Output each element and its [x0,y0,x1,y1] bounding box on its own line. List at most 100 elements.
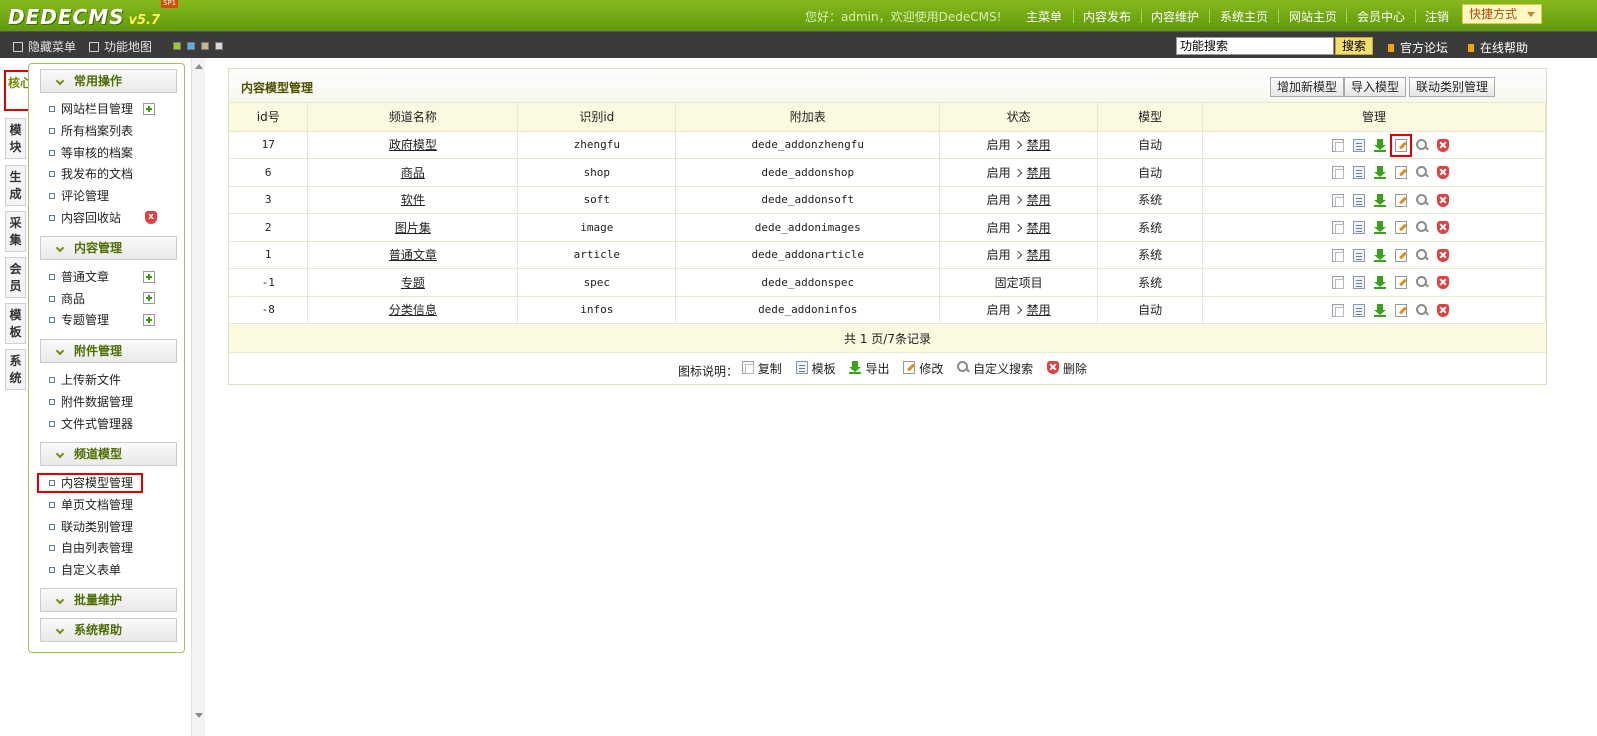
disable-link[interactable]: 禁用 [1027,138,1051,152]
delete-icon[interactable] [1436,221,1449,234]
edit-icon[interactable] [1394,276,1407,289]
nav-main-menu[interactable]: 主菜单 [1026,8,1062,25]
template-icon[interactable] [1352,221,1365,234]
hide-menu-button[interactable]: 隐藏菜单 [13,38,76,55]
edit-icon[interactable] [1389,133,1412,157]
delete-icon[interactable] [1436,193,1449,207]
scroll-down-icon[interactable] [195,713,203,718]
channel-name-link[interactable]: 分类信息 [389,303,437,317]
export-icon[interactable] [1373,303,1386,317]
skin-green-swatch[interactable] [173,42,181,50]
menu-item-articles[interactable]: 普通文章 [49,268,109,286]
menu-item-single-page[interactable]: 单页文档管理 [49,496,133,514]
menu-item-linkage-category[interactable]: 联动类别管理 [49,518,133,536]
channel-name-link[interactable]: 商品 [401,166,425,180]
menu-item-file-manager[interactable]: 文件式管理器 [49,415,133,433]
menu-item-custom-form[interactable]: 自定义表单 [49,561,121,579]
template-icon[interactable] [1352,193,1365,207]
template-icon[interactable] [1352,248,1365,262]
group-content-manage[interactable]: 内容管理 [40,236,177,260]
search-icon[interactable] [1415,166,1428,179]
disable-link[interactable]: 禁用 [1027,303,1051,317]
add-icon[interactable] [143,103,155,115]
skin-blue-swatch[interactable] [187,42,195,50]
nav-content-publish[interactable]: 内容发布 [1083,8,1131,25]
sidebar-scrollbar[interactable] [191,58,205,736]
template-icon[interactable] [1352,138,1365,152]
tab-members[interactable]: 会员 [5,257,26,298]
menu-item-free-list[interactable]: 自由列表管理 [49,539,133,557]
menu-item-attachment-data[interactable]: 附件数据管理 [49,393,133,411]
add-icon[interactable] [143,292,155,304]
edit-icon[interactable] [1394,303,1407,317]
search-icon[interactable] [1415,193,1428,207]
channel-name-link[interactable]: 政府模型 [389,138,437,152]
nav-content-maintain[interactable]: 内容维护 [1151,8,1199,25]
disable-link[interactable]: 禁用 [1027,221,1051,235]
menu-item-comments[interactable]: 评论管理 [49,187,109,205]
edit-icon[interactable] [1394,166,1407,179]
official-forum-link[interactable]: 官方论坛 [1388,39,1448,56]
channel-name-link[interactable]: 软件 [401,193,425,207]
menu-item-products[interactable]: 商品 [49,290,85,308]
group-common-ops[interactable]: 常用操作 [40,69,177,93]
export-icon[interactable] [1373,193,1386,207]
linkage-category-button[interactable]: 联动类别管理 [1409,77,1496,97]
search-button[interactable]: 搜索 [1335,37,1373,55]
nav-system-home[interactable]: 系统主页 [1220,8,1268,25]
skin-brown-swatch[interactable] [201,42,209,50]
menu-item-recycle-bin[interactable]: 内容回收站 [49,209,121,227]
copy-icon[interactable] [1331,221,1344,234]
search-icon[interactable] [1415,276,1428,289]
search-icon[interactable] [1415,138,1428,152]
menu-item-topics[interactable]: 专题管理 [49,311,109,329]
edit-icon[interactable] [1394,248,1407,262]
template-icon[interactable] [1352,166,1365,179]
disable-link[interactable]: 禁用 [1027,166,1051,180]
menu-item-all-archives[interactable]: 所有档案列表 [49,122,133,140]
menu-item-pending-archives[interactable]: 等审核的档案 [49,144,133,162]
nav-logout[interactable]: 注销 [1425,8,1449,25]
search-icon[interactable] [1415,248,1428,262]
group-channel-models[interactable]: 频道模型 [40,442,177,466]
edit-icon[interactable] [1394,193,1407,207]
menu-item-channel-manage[interactable]: 网站栏目管理 [49,100,133,118]
tab-system[interactable]: 系统 [5,349,26,390]
shortcut-dropdown[interactable]: 快捷方式 [1462,4,1542,24]
delete-icon[interactable] [1436,303,1449,317]
edit-icon[interactable] [1394,221,1407,234]
empty-bin-icon[interactable]: x [145,211,157,224]
disable-link[interactable]: 禁用 [1027,248,1051,262]
menu-item-my-documents[interactable]: 我发布的文档 [49,165,133,183]
tab-generate[interactable]: 生成 [5,165,26,206]
skin-gray-swatch[interactable] [215,42,223,50]
disable-link[interactable]: 禁用 [1027,193,1051,207]
online-help-link[interactable]: 在线帮助 [1468,39,1528,56]
copy-icon[interactable] [1331,138,1344,152]
export-icon[interactable] [1373,138,1386,152]
menu-item-content-model-manage[interactable]: 内容模型管理 [37,473,144,493]
export-icon[interactable] [1373,248,1386,262]
menu-item-upload-file[interactable]: 上传新文件 [49,371,121,389]
add-icon[interactable] [143,314,155,326]
search-icon[interactable] [1415,303,1428,317]
copy-icon[interactable] [1331,276,1344,289]
nav-site-home[interactable]: 网站主页 [1289,8,1337,25]
group-attachments[interactable]: 附件管理 [40,339,177,363]
channel-name-link[interactable]: 普通文章 [389,248,437,262]
export-icon[interactable] [1373,166,1386,179]
nav-member-center[interactable]: 会员中心 [1357,8,1405,25]
search-icon[interactable] [1415,221,1428,234]
export-icon[interactable] [1373,276,1386,289]
copy-icon[interactable] [1331,303,1344,317]
copy-icon[interactable] [1331,248,1344,262]
copy-icon[interactable] [1331,193,1344,207]
channel-name-link[interactable]: 图片集 [395,221,431,235]
channel-name-link[interactable]: 专题 [401,276,425,290]
group-system-help[interactable]: 系统帮助 [40,618,177,642]
add-model-button[interactable]: 增加新模型 [1270,77,1345,97]
template-icon[interactable] [1352,303,1365,317]
import-model-button[interactable]: 导入模型 [1344,77,1407,97]
copy-icon[interactable] [1331,166,1344,179]
export-icon[interactable] [1373,221,1386,234]
